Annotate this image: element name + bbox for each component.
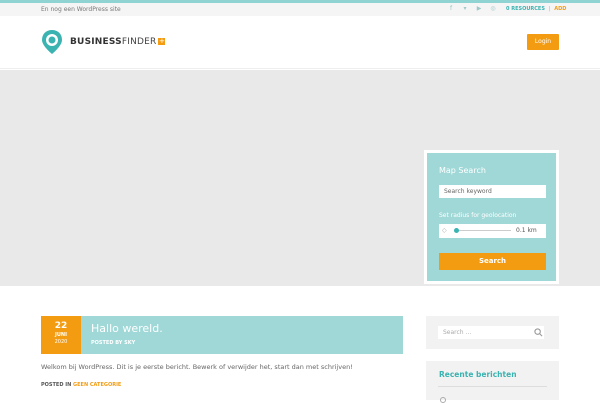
post-year: 2020 bbox=[54, 339, 68, 345]
post-title[interactable]: Hallo wereld. bbox=[91, 322, 163, 335]
post-excerpt: Welkom bij WordPress. Dit is je eerste b… bbox=[41, 363, 353, 371]
post-header: 22 JUNI 2020 Hallo wereld. POSTED BY SKY bbox=[41, 316, 403, 354]
recent-posts-heading: Recente berichten bbox=[439, 370, 517, 379]
site-tagline: En nog een WordPress site bbox=[41, 6, 121, 13]
post-month: JUNI bbox=[55, 332, 67, 338]
search-icon[interactable] bbox=[534, 328, 543, 337]
radius-slider[interactable]: ◇ 0.1 km bbox=[439, 224, 546, 238]
top-links-separator: | bbox=[548, 6, 551, 12]
map-pin-logo-icon[interactable] bbox=[41, 29, 63, 55]
slider-track[interactable] bbox=[456, 230, 511, 231]
map-search-title: Map Search bbox=[439, 166, 486, 175]
recent-posts-widget: Recente berichten bbox=[426, 361, 559, 403]
divider bbox=[438, 386, 547, 387]
logo-text-light: FINDER bbox=[121, 37, 157, 47]
social-links: f ▾ ▶ ◎ bbox=[447, 5, 497, 12]
instagram-icon[interactable]: ◎ bbox=[489, 5, 497, 12]
resources-link[interactable]: 0 RESOURCES bbox=[506, 6, 545, 12]
login-button[interactable]: Login bbox=[527, 34, 559, 50]
add-link[interactable]: ADD bbox=[554, 6, 566, 12]
top-bar: En nog een WordPress site f ▾ ▶ ◎ 0 RESO… bbox=[0, 0, 600, 16]
search-button[interactable]: Search bbox=[439, 253, 546, 270]
post-categories: POSTED IN GEEN CATEGORIE bbox=[41, 382, 121, 388]
youtube-icon[interactable]: ▶ bbox=[475, 5, 483, 12]
post-day: 22 bbox=[54, 321, 68, 331]
radius-value: 0.1 km bbox=[516, 227, 537, 234]
map-search-panel: Map Search Search keyword Set radius for… bbox=[424, 150, 559, 284]
logo-text-bold: BUSINESS bbox=[70, 37, 122, 47]
list-bullet-icon bbox=[440, 397, 446, 403]
site-logo[interactable]: BUSINESSFINDER + bbox=[70, 37, 166, 47]
twitter-icon[interactable]: ▾ bbox=[461, 5, 469, 12]
geolocate-icon[interactable]: ◇ bbox=[442, 227, 447, 234]
sidebar-search-widget: Search ... bbox=[426, 316, 559, 349]
post-author[interactable]: POSTED BY SKY bbox=[91, 340, 135, 346]
category-link[interactable]: GEEN CATEGORIE bbox=[73, 382, 121, 388]
slider-handle[interactable] bbox=[454, 228, 459, 233]
site-header: BUSINESSFINDER + Login bbox=[0, 16, 600, 69]
post-date-badge: 22 JUNI 2020 bbox=[41, 316, 81, 354]
keyword-input[interactable]: Search keyword bbox=[439, 185, 546, 198]
logo-plus-icon: + bbox=[158, 37, 166, 45]
sidebar-search-input[interactable]: Search ... bbox=[438, 326, 544, 339]
facebook-icon[interactable]: f bbox=[447, 5, 455, 12]
categories-prefix: POSTED IN bbox=[41, 382, 72, 388]
radius-label: Set radius for geolocation bbox=[439, 212, 517, 219]
top-links: 0 RESOURCES | ADD bbox=[506, 6, 566, 12]
